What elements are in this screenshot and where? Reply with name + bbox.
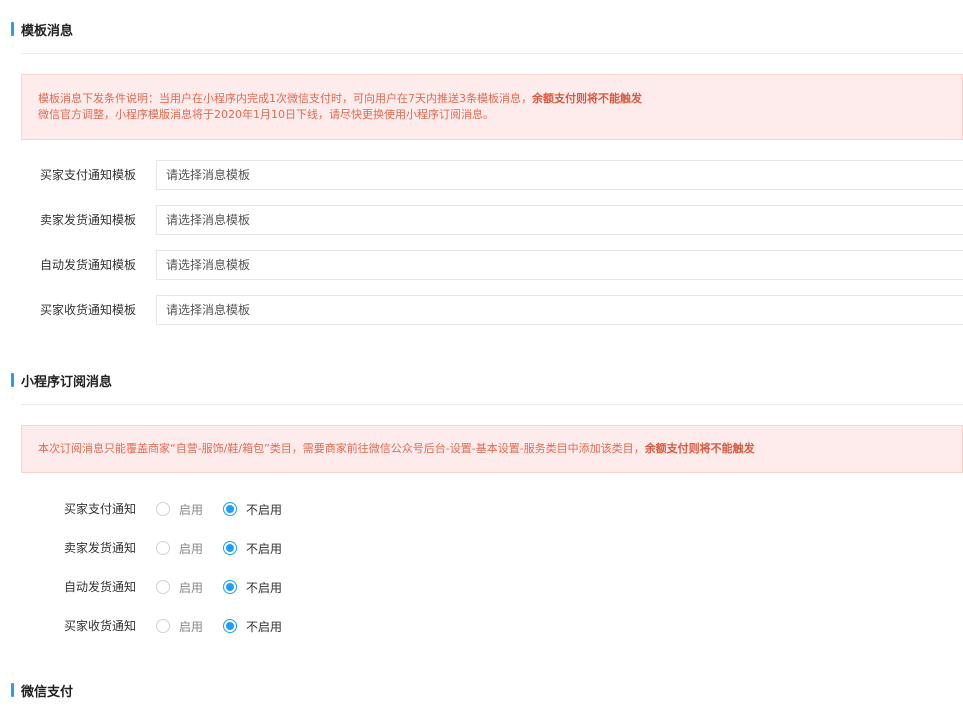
subscribe-notice-strong: 余额支付则将不能触发 — [644, 442, 755, 455]
template-row-auto-ship: 自动发货通知模板 请选择消息模板 — [0, 250, 963, 280]
radio-enable-seller-ship[interactable]: 启用 — [156, 538, 203, 558]
template-section-divider — [21, 53, 963, 54]
subscribe-row-label: 自动发货通知 — [63, 580, 136, 594]
radio-checked-icon — [223, 619, 237, 633]
template-row-seller-ship: 卖家发货通知模板 请选择消息模板 — [0, 205, 963, 235]
subscribe-section-divider — [21, 404, 963, 405]
subscribe-row-seller-ship: 卖家发货通知 启用 不启用 — [0, 538, 963, 558]
wechat-pay-section-title: 微信支付 — [11, 682, 74, 700]
subscribe-row-buyer-receive: 买家收货通知 启用 不启用 — [0, 616, 963, 636]
subscribe-section-title-text: 小程序订阅消息 — [21, 374, 113, 390]
radio-enable-buyer-receive[interactable]: 启用 — [156, 616, 203, 636]
template-row-label: 自动发货通知模板 — [39, 258, 136, 272]
radio-checked-icon — [223, 502, 237, 516]
template-row-buyer-pay: 买家支付通知模板 请选择消息模板 — [0, 160, 963, 190]
radio-checked-icon — [223, 541, 237, 555]
template-row-buyer-receive: 买家收货通知模板 请选择消息模板 — [0, 295, 963, 325]
radio-circle-icon — [156, 580, 170, 594]
section-accent-bar — [11, 683, 14, 697]
radio-enable-buyer-pay[interactable]: 启用 — [156, 499, 203, 519]
radio-enable-auto-ship[interactable]: 启用 — [156, 577, 203, 597]
template-row-label: 卖家发货通知模板 — [39, 213, 136, 227]
subscribe-row-label: 卖家发货通知 — [63, 541, 136, 555]
template-notice-strong: 余额支付则将不能触发 — [532, 92, 642, 105]
wechat-pay-section-title-text: 微信支付 — [21, 684, 74, 700]
section-accent-bar — [11, 373, 14, 387]
radio-circle-icon — [156, 541, 170, 555]
template-row-label: 买家支付通知模板 — [39, 168, 136, 182]
radio-circle-icon — [156, 619, 170, 633]
radio-disable-seller-ship[interactable]: 不启用 — [223, 538, 282, 558]
template-select-buyer-receive[interactable]: 请选择消息模板 — [156, 295, 963, 325]
template-notice-line2: 微信官方调整，小程序模版消息将于2020年1月10日下线，请尽快更换使用小程序订… — [38, 108, 494, 121]
subscribe-notice-text: 本次订阅消息只能覆盖商家“自营-服饰/鞋/箱包”类目，需要商家前往微信公众号后台… — [38, 442, 645, 455]
template-row-label: 买家收货通知模板 — [39, 303, 136, 317]
radio-checked-icon — [223, 580, 237, 594]
subscribe-row-buyer-pay: 买家支付通知 启用 不启用 — [0, 499, 963, 519]
radio-circle-icon — [156, 502, 170, 516]
template-section-title-text: 模板消息 — [21, 23, 74, 39]
template-section-title: 模板消息 — [11, 21, 74, 39]
subscribe-row-label: 买家收货通知 — [63, 619, 136, 633]
subscribe-section-title: 小程序订阅消息 — [11, 372, 113, 390]
template-select-seller-ship[interactable]: 请选择消息模板 — [156, 205, 963, 235]
radio-disable-buyer-receive[interactable]: 不启用 — [223, 616, 282, 636]
subscribe-row-auto-ship: 自动发货通知 启用 不启用 — [0, 577, 963, 597]
template-notice-line1: 模板消息下发条件说明：当用户在小程序内完成1次微信支付时，可向用户在7天内推送3… — [38, 92, 642, 105]
section-accent-bar — [11, 22, 14, 36]
subscribe-row-label: 买家支付通知 — [63, 502, 136, 516]
radio-disable-auto-ship[interactable]: 不启用 — [223, 577, 282, 597]
template-select-buyer-pay[interactable]: 请选择消息模板 — [156, 160, 963, 190]
subscribe-notice-alert: 本次订阅消息只能覆盖商家“自营-服饰/鞋/箱包”类目，需要商家前往微信公众号后台… — [21, 425, 963, 473]
template-notice-alert: 模板消息下发条件说明：当用户在小程序内完成1次微信支付时，可向用户在7天内推送3… — [21, 74, 963, 140]
radio-disable-buyer-pay[interactable]: 不启用 — [223, 499, 282, 519]
template-select-auto-ship[interactable]: 请选择消息模板 — [156, 250, 963, 280]
